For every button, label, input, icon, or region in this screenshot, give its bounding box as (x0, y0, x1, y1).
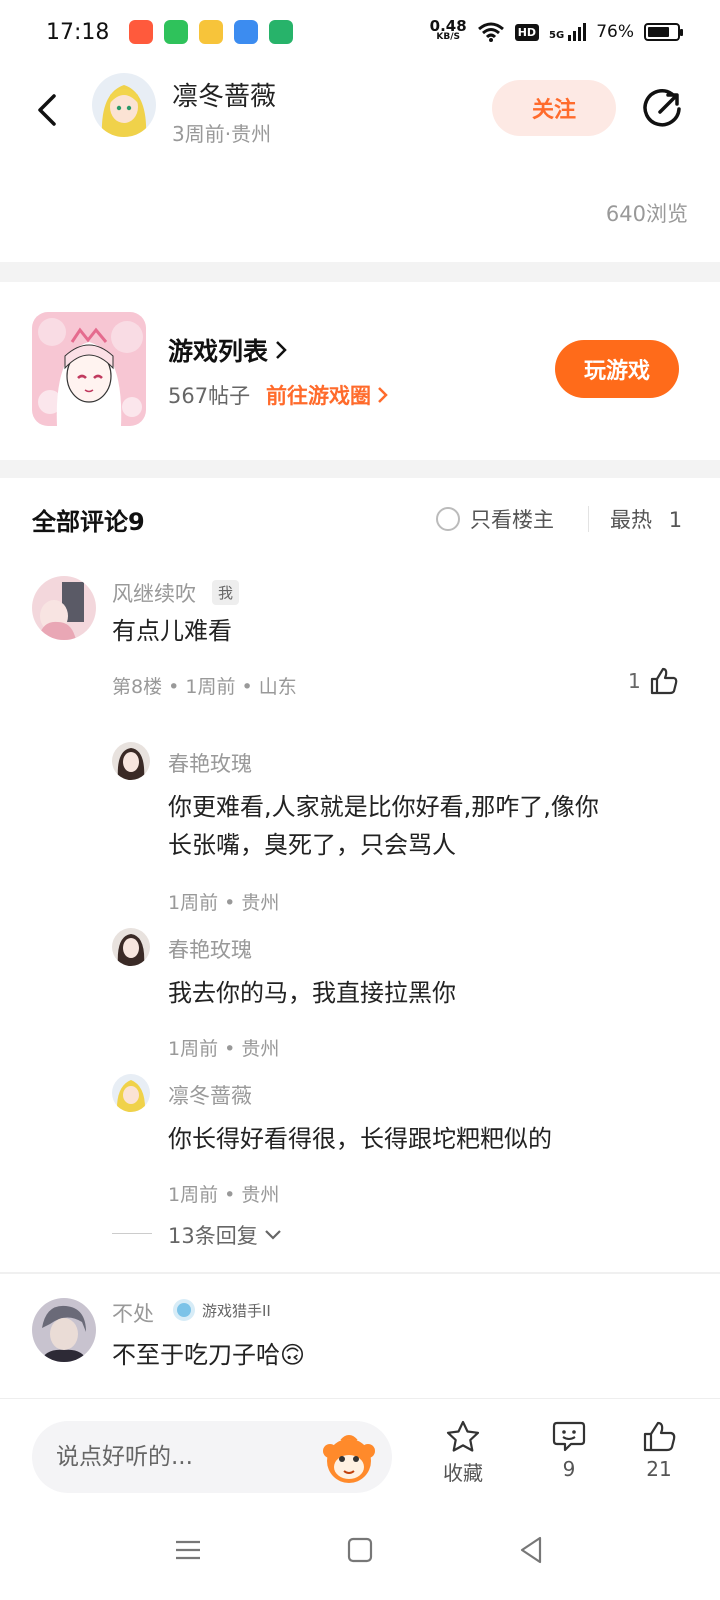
signal-icon: 5G (549, 23, 587, 41)
comment-input[interactable] (56, 1437, 306, 1477)
chevron-right-icon (378, 387, 388, 403)
comment-bubble-icon (552, 1421, 586, 1452)
battery-icon (644, 23, 683, 41)
mascot-icon[interactable] (320, 1429, 378, 1487)
share-icon[interactable] (640, 86, 686, 132)
reply-text[interactable]: 你更难看,人家就是比你好看,那咋了,像你 长张嘴，臭死了，只会骂人 (168, 788, 599, 864)
reply-avatar[interactable] (112, 1074, 150, 1112)
comment-text[interactable]: 不至于吃刀子哈🙃 (112, 1336, 305, 1374)
comments-header: 全部评论9 只看楼主 最热 1 (0, 480, 720, 560)
like-count-button[interactable]: 21 (624, 1419, 694, 1481)
commenter-name[interactable]: 风继续吹 (112, 578, 196, 608)
reply-text[interactable]: 你长得好看得很，长得跟坨粑粑似的 (168, 1120, 552, 1158)
reply-meta: 1周前 • 贵州 (168, 1184, 280, 1206)
game-card[interactable]: 游戏列表 567帖子 前往游戏圈 玩游戏 (0, 282, 720, 460)
comment-count-button[interactable]: 9 (534, 1419, 604, 1481)
reply-meta: 1周前 • 贵州 (168, 1038, 280, 1060)
comments-title: 全部评论9 (32, 508, 145, 536)
wifi-icon (477, 22, 504, 42)
hd-icon: HD (514, 23, 540, 41)
menu-nav-icon[interactable] (168, 1530, 208, 1570)
follow-button[interactable]: 关注 (492, 80, 616, 136)
play-game-button[interactable]: 玩游戏 (555, 340, 679, 398)
reply-avatar[interactable] (112, 742, 150, 780)
reply-author-name[interactable]: 凛冬蔷薇 (168, 1080, 252, 1110)
system-nav-bar (0, 1508, 720, 1600)
game-post-count: 567帖子 (168, 384, 251, 408)
comment-meta: 第8楼 • 1周前 • 山东 (112, 676, 297, 698)
status-bar: 17:18 0.48 KB/S HD 5G 76% (0, 0, 720, 64)
hunter-badge-icon (173, 1299, 195, 1321)
author-meta: 3周前·贵州 (172, 122, 272, 146)
commenter-name[interactable]: 不处 (112, 1298, 154, 1328)
bottom-action-bar: 收藏 9 21 (0, 1398, 720, 1508)
thumbs-up-icon (650, 667, 678, 695)
upside-down-face-emoji: 🙃 (280, 1341, 306, 1369)
commenter-avatar[interactable] (32, 1298, 96, 1362)
thumbs-up-icon (643, 1421, 676, 1452)
sort-hot-button[interactable]: 最热 1 (610, 504, 692, 534)
files-app-icon (234, 20, 259, 44)
reply-meta: 1周前 • 贵州 (168, 892, 280, 914)
reply-author-name[interactable]: 春艳玫瑰 (168, 934, 252, 964)
download-app-icon (269, 20, 294, 44)
reply-author-name[interactable]: 春艳玫瑰 (168, 748, 252, 778)
wechat-app-icon (164, 20, 189, 44)
post-header: 凛冬蔷薇 3周前·贵州 关注 (0, 68, 720, 154)
star-icon (446, 1420, 480, 1452)
view-count: 640浏览 (605, 202, 688, 226)
goto-game-circle-link[interactable]: 前往游戏圈 (266, 380, 389, 410)
network-speed: 0.48 KB/S (429, 17, 467, 43)
reply-avatar[interactable] (112, 928, 150, 966)
back-button[interactable] (30, 88, 66, 132)
notification-icons (129, 20, 294, 44)
comment-like-button[interactable]: 1 (628, 666, 679, 696)
battery-percent: 76% (596, 22, 634, 42)
comment-text[interactable]: 有点儿难看 (112, 612, 232, 650)
owner-only-toggle[interactable]: 只看楼主 (436, 504, 554, 534)
game-title-link[interactable]: 游戏列表 (168, 332, 288, 368)
commenter-avatar[interactable] (32, 576, 96, 640)
pay-app-icon (199, 20, 224, 44)
game-cover-image[interactable] (32, 312, 146, 426)
reply-text[interactable]: 我去你的马，我直接拉黑你 (168, 974, 456, 1012)
chevron-right-icon (276, 341, 287, 359)
game-hunter-badge: 游戏猎手II (172, 1298, 271, 1322)
divider (0, 460, 720, 478)
divider (588, 506, 589, 532)
status-time: 17:18 (46, 19, 110, 45)
home-nav-icon[interactable] (340, 1530, 380, 1570)
radio-icon (436, 507, 460, 531)
back-nav-icon[interactable] (512, 1530, 552, 1570)
collect-button[interactable]: 收藏 (428, 1419, 498, 1486)
comment-input-box[interactable] (32, 1421, 392, 1493)
divider (0, 1272, 720, 1274)
more-replies-button[interactable]: 13条回复 (168, 1220, 282, 1250)
divider (0, 262, 720, 282)
taobao-app-icon (129, 20, 154, 44)
chevron-down-icon (264, 1230, 281, 1240)
divider (112, 1233, 152, 1234)
author-name[interactable]: 凛冬蔷薇 (172, 76, 276, 113)
author-avatar[interactable] (92, 73, 156, 137)
me-badge: 我 (212, 580, 240, 605)
